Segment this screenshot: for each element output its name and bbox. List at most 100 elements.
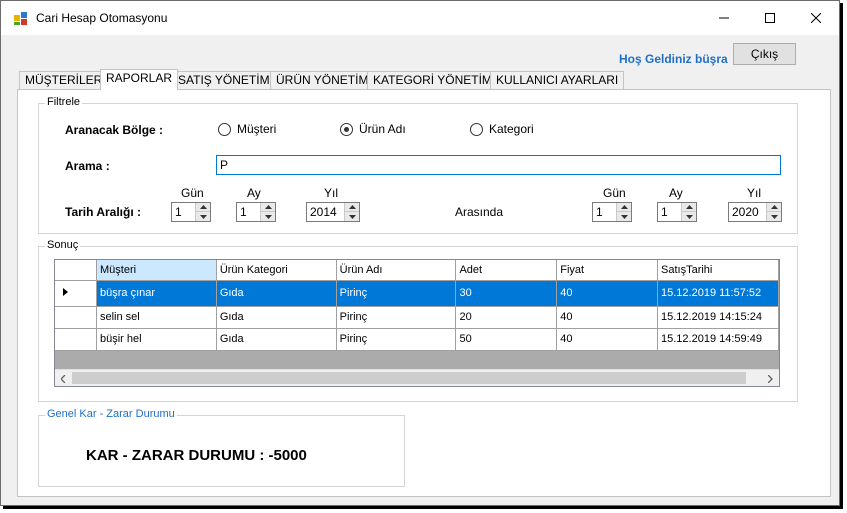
table-cell[interactable]: Pirinç	[336, 280, 457, 307]
column-header[interactable]: SatışTarihi	[657, 260, 779, 281]
scrollbar-thumb[interactable]	[72, 372, 746, 384]
table-cell[interactable]: büşir hel	[96, 328, 217, 351]
spin-down-icon[interactable]	[767, 212, 781, 221]
table-cell[interactable]: 40	[556, 328, 659, 351]
radio-musteri[interactable]: Müşteri	[218, 122, 276, 136]
spin-buttons[interactable]	[260, 203, 275, 221]
column-header[interactable]: Fiyat	[556, 260, 659, 281]
between-label: Arasında	[455, 205, 504, 219]
row-header[interactable]	[55, 306, 97, 329]
filter-groupbox: Filtrele Aranacak Bölge : Müşteri Ürün A…	[38, 96, 798, 234]
table-cell[interactable]: 15.12.2019 14:59:49	[657, 328, 779, 351]
end-month-stepper[interactable]: 1	[657, 202, 697, 222]
app-icon	[14, 12, 27, 25]
start-month-label: Ay	[247, 186, 261, 200]
table-cell[interactable]: Gıda	[216, 306, 337, 329]
spin-down-icon[interactable]	[261, 212, 275, 221]
start-day-label: Gün	[181, 186, 204, 200]
row-header[interactable]	[55, 280, 97, 307]
search-label: Arama :	[65, 159, 110, 173]
current-row-arrow-icon	[63, 287, 68, 296]
scroll-right-icon[interactable]	[764, 373, 776, 384]
tab-kategori-yonetimi[interactable]: KATEGORİ YÖNETİMİ	[367, 71, 502, 90]
tab-satis-yonetimi[interactable]: SATIŞ YÖNETİMİ	[172, 71, 279, 90]
close-button[interactable]	[793, 1, 839, 35]
profit-loss-text: KAR - ZARAR DURUMU : -5000	[86, 447, 307, 464]
window-title: Cari Hesap Otomasyonu	[36, 11, 168, 25]
tab-raporlar[interactable]: RAPORLAR	[100, 69, 179, 90]
spin-up-icon[interactable]	[617, 203, 631, 212]
table-cell[interactable]: 15.12.2019 14:15:24	[657, 306, 779, 329]
radio-circle	[218, 122, 231, 136]
table-header-row: Müşteri Ürün Kategori Ürün Adı Adet Fiya…	[55, 260, 779, 281]
row-header[interactable]	[55, 328, 97, 351]
radio-urun-adi[interactable]: Ürün Adı	[340, 122, 406, 136]
spin-buttons[interactable]	[766, 203, 781, 221]
title-bar: Cari Hesap Otomasyonu	[1, 1, 839, 35]
result-datagrid[interactable]: Müşteri Ürün Kategori Ürün Adı Adet Fiya…	[54, 259, 780, 387]
spin-down-icon[interactable]	[617, 212, 631, 221]
spin-up-icon[interactable]	[682, 203, 696, 212]
radio-circle-checked	[340, 122, 353, 136]
scroll-left-icon[interactable]	[57, 373, 69, 384]
table-cell[interactable]: Gıda	[216, 328, 337, 351]
end-year-stepper[interactable]: 2020	[728, 202, 782, 222]
start-day-stepper[interactable]: 1	[171, 202, 211, 222]
spin-up-icon[interactable]	[345, 203, 359, 212]
table-cell[interactable]: Pirinç	[336, 306, 457, 329]
start-year-stepper[interactable]: 2014	[306, 202, 360, 222]
horizontal-scrollbar[interactable]	[55, 369, 779, 386]
table-row[interactable]: selin sel Gıda Pirinç 20 40 15.12.2019 1…	[55, 306, 779, 329]
table-cell[interactable]: 15.12.2019 11:57:52	[657, 280, 779, 307]
table-row[interactable]: büşra çınar Gıda Pirinç 30 40 15.12.2019…	[55, 280, 779, 307]
date-range-label: Tarih Aralığı :	[65, 205, 142, 219]
table-cell[interactable]: 20	[455, 306, 558, 329]
table-cell[interactable]: Gıda	[216, 280, 337, 307]
spin-down-icon[interactable]	[196, 212, 210, 221]
maximize-button[interactable]	[747, 1, 793, 35]
search-area-label: Aranacak Bölge :	[65, 123, 164, 137]
end-day-stepper[interactable]: 1	[592, 202, 632, 222]
main-window: Cari Hesap Otomasyonu Hoş Geldiniz büşra…	[0, 0, 840, 506]
minimize-icon	[719, 17, 729, 19]
radio-circle	[470, 122, 483, 136]
tab-kullanici-ayarlari[interactable]: KULLANICI AYARLARI	[490, 71, 625, 90]
table-cell[interactable]: 40	[556, 280, 659, 307]
tab-musteriler[interactable]: MÜŞTERİLER	[19, 71, 109, 90]
spin-up-icon[interactable]	[261, 203, 275, 212]
column-header[interactable]: Ürün Adı	[336, 260, 457, 281]
spin-down-icon[interactable]	[682, 212, 696, 221]
table-cell[interactable]: 40	[556, 306, 659, 329]
filter-legend: Filtrele	[45, 96, 83, 108]
radio-kategori[interactable]: Kategori	[470, 122, 534, 136]
spin-buttons[interactable]	[195, 203, 210, 221]
maximize-icon	[765, 13, 775, 23]
spin-up-icon[interactable]	[196, 203, 210, 212]
spin-up-icon[interactable]	[767, 203, 781, 212]
tab-urun-yonetimi[interactable]: ÜRÜN YÖNETİMİ	[270, 71, 378, 90]
profit-legend: Genel Kar - Zarar Durumu	[45, 408, 177, 420]
column-header[interactable]: Adet	[455, 260, 558, 281]
end-month-value: 1	[661, 205, 668, 219]
search-input[interactable]: P	[216, 155, 781, 175]
table-cell[interactable]: 30	[455, 280, 558, 307]
spin-buttons[interactable]	[681, 203, 696, 221]
column-header[interactable]: Ürün Kategori	[216, 260, 337, 281]
spin-down-icon[interactable]	[345, 212, 359, 221]
spin-buttons[interactable]	[344, 203, 359, 221]
table-cell[interactable]: Pirinç	[336, 328, 457, 351]
column-header[interactable]: Müşteri	[96, 260, 217, 281]
start-month-stepper[interactable]: 1	[236, 202, 276, 222]
table-cell[interactable]: 50	[455, 328, 558, 351]
minimize-button[interactable]	[701, 1, 747, 35]
result-legend: Sonuç	[45, 239, 81, 251]
table-row[interactable]: büşir hel Gıda Pirinç 50 40 15.12.2019 1…	[55, 328, 779, 351]
table-cell[interactable]: büşra çınar	[96, 280, 217, 307]
row-header-corner	[55, 260, 97, 281]
exit-button[interactable]: Çıkış	[733, 43, 796, 65]
table-cell[interactable]: selin sel	[96, 306, 217, 329]
spin-buttons[interactable]	[616, 203, 631, 221]
welcome-text: Hoş Geldiniz büşra	[619, 52, 728, 66]
start-year-value: 2014	[310, 205, 337, 219]
end-month-label: Ay	[669, 186, 683, 200]
